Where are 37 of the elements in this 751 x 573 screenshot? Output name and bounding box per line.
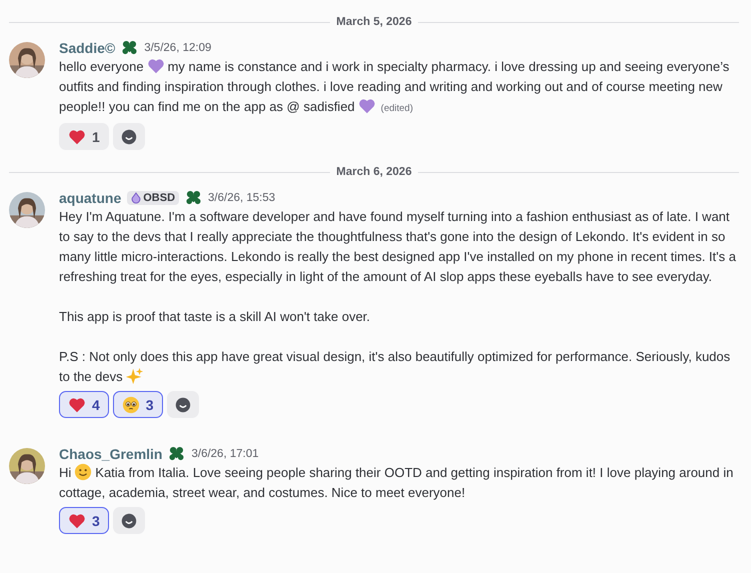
heart-icon: [68, 512, 86, 530]
message-text: P.S : Not only does this app have great visual design, it's also beautifully optimized for performance. Seriously, kudos to the devs: [59, 348, 732, 387]
reaction-button[interactable]: 3: [112, 391, 163, 418]
message-text: This app is proof that taste is a skill AI won't take over.: [59, 308, 372, 326]
timestamp: 3/6/26, 15:53: [208, 192, 276, 204]
add-reaction-button[interactable]: [166, 391, 199, 418]
sparkles-icon: [126, 367, 144, 385]
username[interactable]: Saddie©: [59, 40, 116, 56]
message-text: Hi Katia from Italia. Love seeing people sharing their OOTD and getting inspiration from it! I love playing around in cottage, academia, street wear, and costumes. Nice to meet everyone!: [59, 463, 734, 502]
heart-icon: [146, 57, 165, 75]
message-text: Hey I'm Aquatune. I'm a software developer and have found myself turning into a fashion enthusiast as of late. I want to say to the devs that I really appreciate the thoughtfulness that's gone into the design of Lekondo. It's evident in so many little micro-interactions. Lekondo is really the best designed app I've installed on my phone in recent times. It's a refreshing treat for the eyes, especially in light of the amount of AI slop apps these eyeballs have to see everyday.: [59, 208, 737, 286]
pleading-face-icon: [122, 396, 140, 414]
drop-icon: [131, 192, 142, 204]
smiley-icon: [74, 463, 92, 481]
edited-label: (edited): [380, 103, 413, 114]
add-reaction-button[interactable]: [112, 123, 145, 150]
smiley-icon: [120, 128, 138, 146]
timestamp: 3/6/26, 17:01: [191, 448, 259, 460]
reaction-button[interactable]: 4: [59, 391, 109, 418]
timestamp: 3/5/26, 12:09: [144, 42, 212, 54]
clover-icon: [121, 40, 138, 55]
add-reaction-button[interactable]: [112, 507, 145, 534]
heart-icon: [358, 97, 376, 115]
smiley-icon: [120, 512, 138, 530]
username[interactable]: aquatune: [59, 190, 122, 206]
server-tag[interactable]: OBSD: [127, 190, 180, 204]
date-divider: March 5, 2026: [335, 16, 413, 28]
message-text: hello everyone my name is constance and i work in specialty pharmacy. i love dressing up and seeing everyone’s outfits and finding inspiration through clothes. i love reading and writing and working out and of course meeting new people!! you can find me on the app as @ sadisfied (edited): [59, 57, 730, 117]
date-divider: March 6, 2026: [335, 166, 413, 178]
reaction-button[interactable]: 3: [59, 507, 109, 534]
reaction-button[interactable]: 1: [59, 123, 109, 150]
clover-icon: [185, 190, 202, 205]
smiley-icon: [174, 396, 192, 414]
username[interactable]: Chaos_Gremlin: [59, 446, 162, 462]
clover-icon: [168, 446, 186, 461]
heart-icon: [68, 396, 86, 414]
heart-icon: [68, 128, 86, 146]
